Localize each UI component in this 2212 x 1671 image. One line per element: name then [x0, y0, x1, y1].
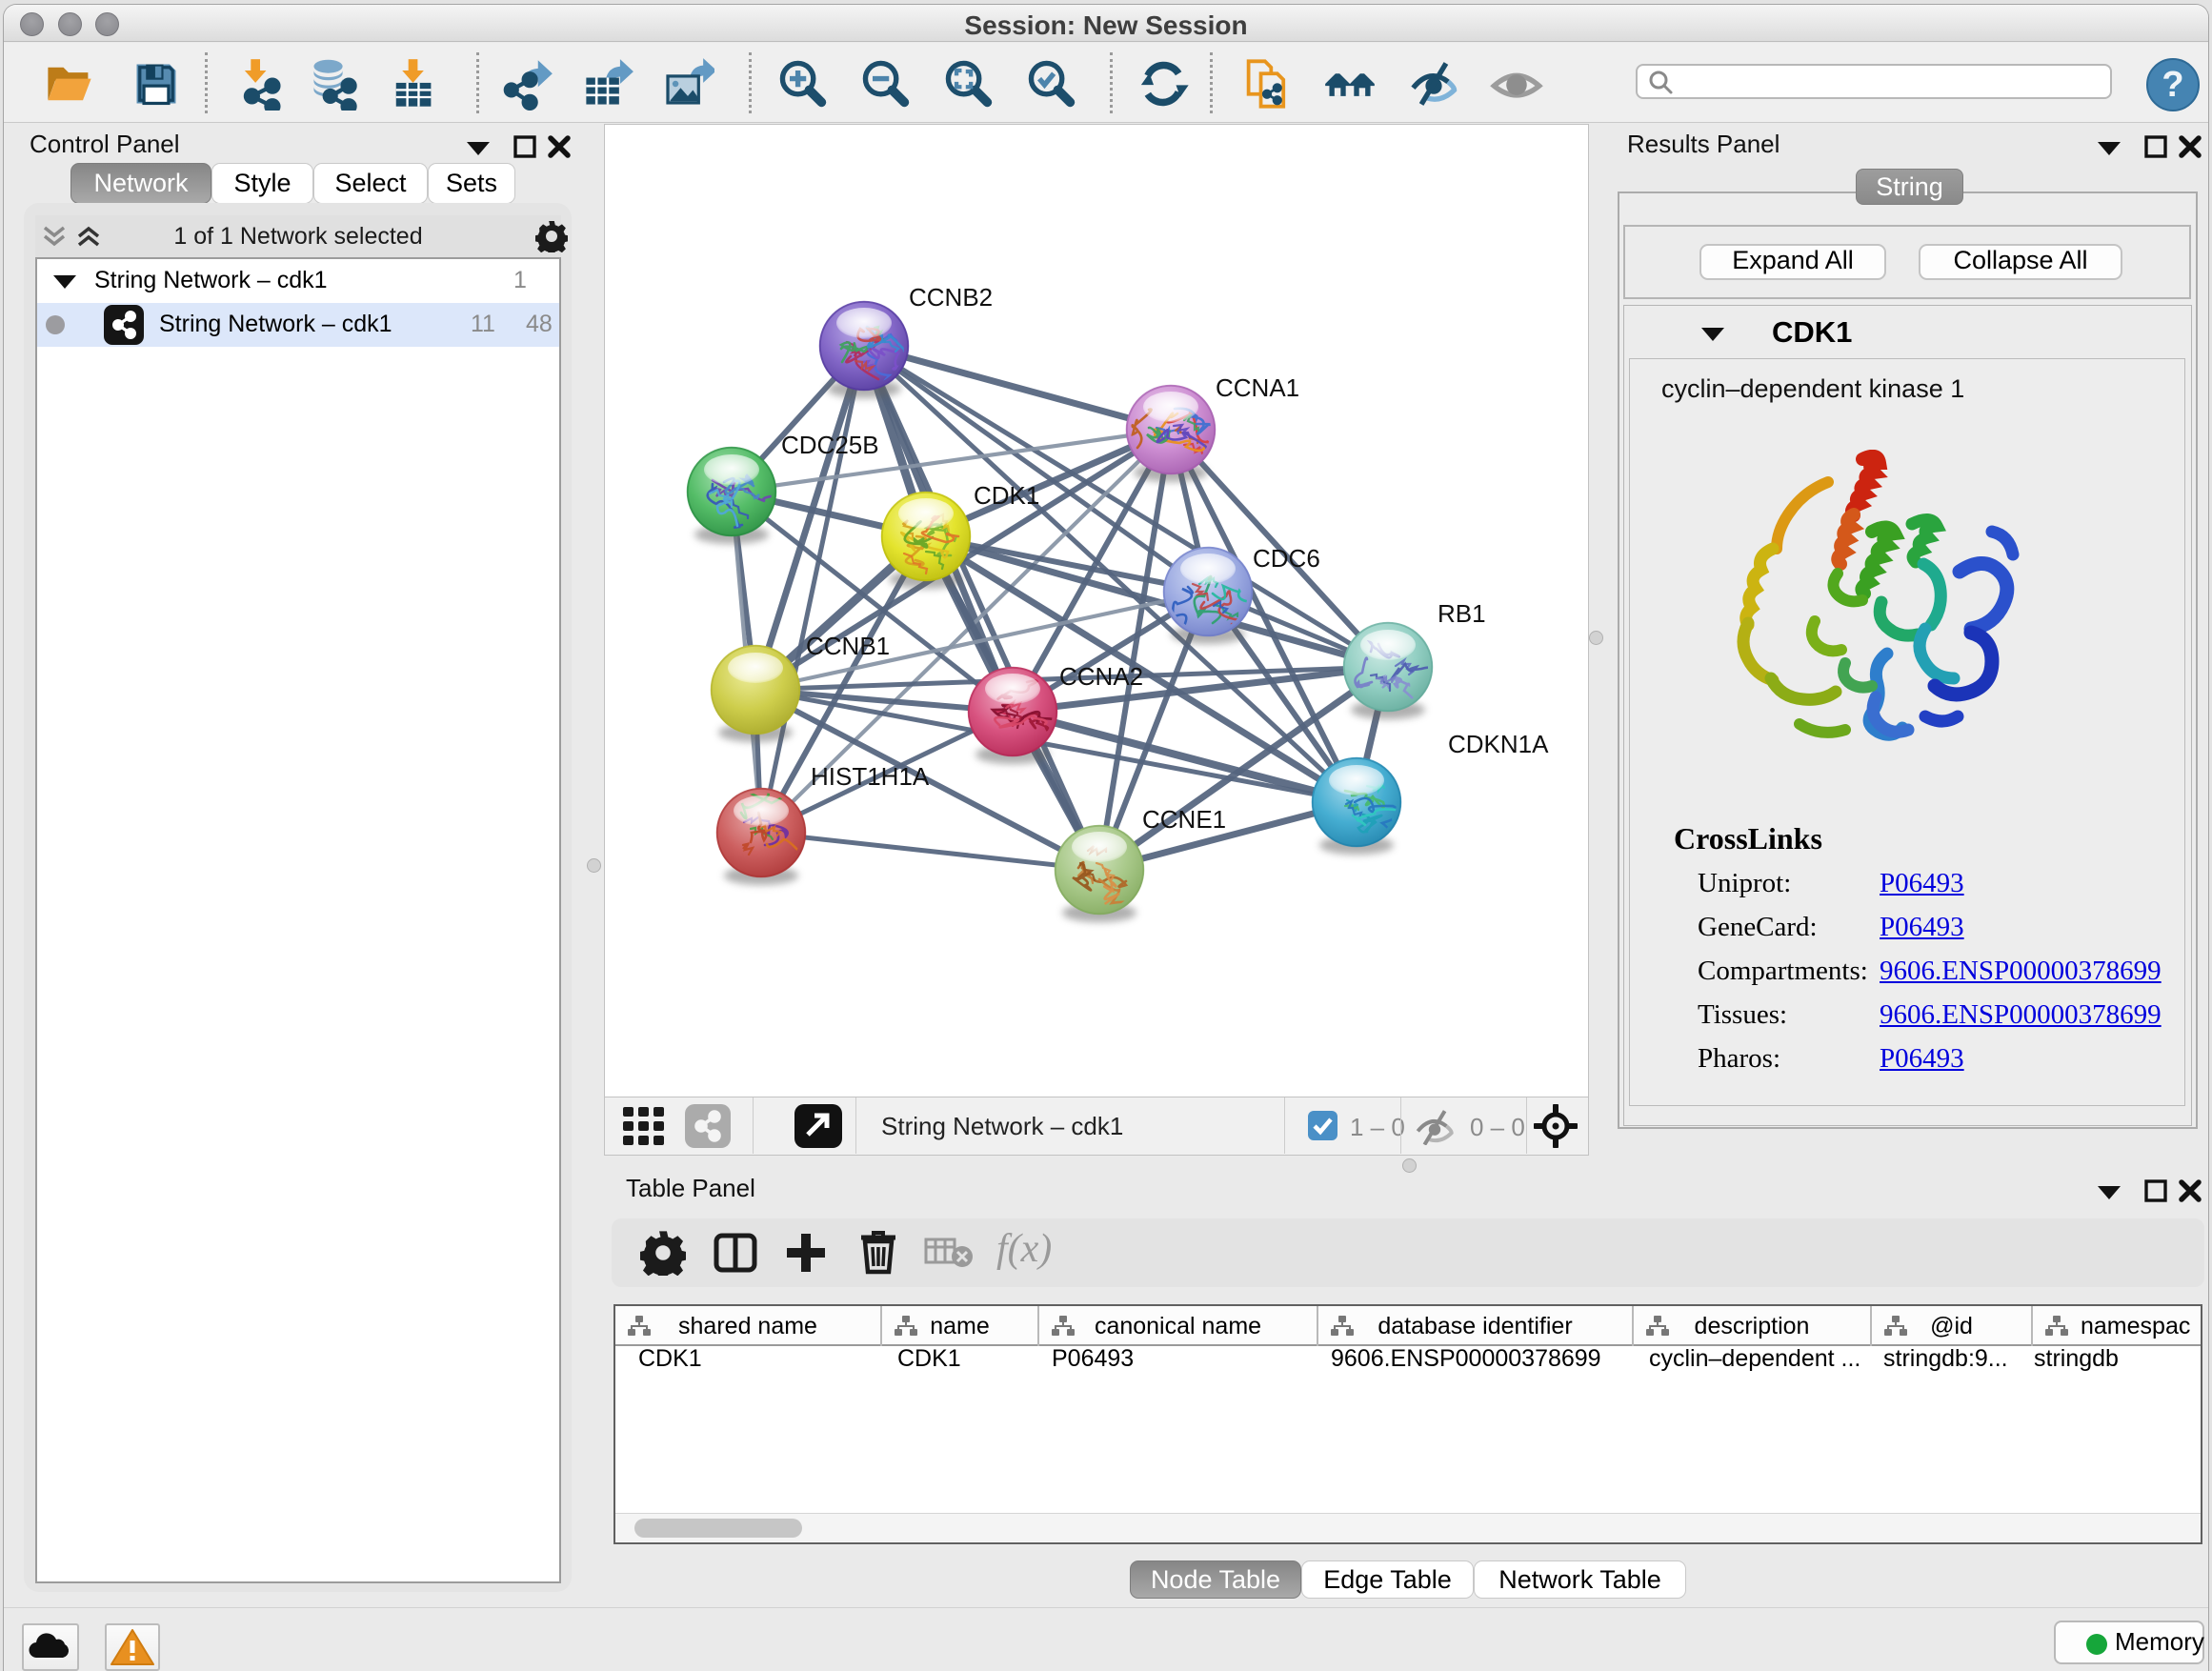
svg-text:CCNA1: CCNA1	[1216, 373, 1299, 402]
svg-text:RB1: RB1	[1438, 599, 1486, 628]
svg-text:CDKN1A: CDKN1A	[1448, 730, 1549, 758]
svg-text:?: ?	[2162, 65, 2183, 105]
svg-text:CDC25B: CDC25B	[781, 431, 879, 459]
svg-text:HIST1H1A: HIST1H1A	[811, 762, 930, 791]
svg-text:CCNB1: CCNB1	[806, 632, 890, 660]
svg-text:CCNA2: CCNA2	[1059, 662, 1143, 691]
svg-text:CCNB2: CCNB2	[909, 283, 993, 312]
svg-text:CCNE1: CCNE1	[1142, 805, 1226, 834]
svg-text:CDC6: CDC6	[1253, 544, 1320, 573]
svg-text:CDK1: CDK1	[974, 481, 1039, 510]
